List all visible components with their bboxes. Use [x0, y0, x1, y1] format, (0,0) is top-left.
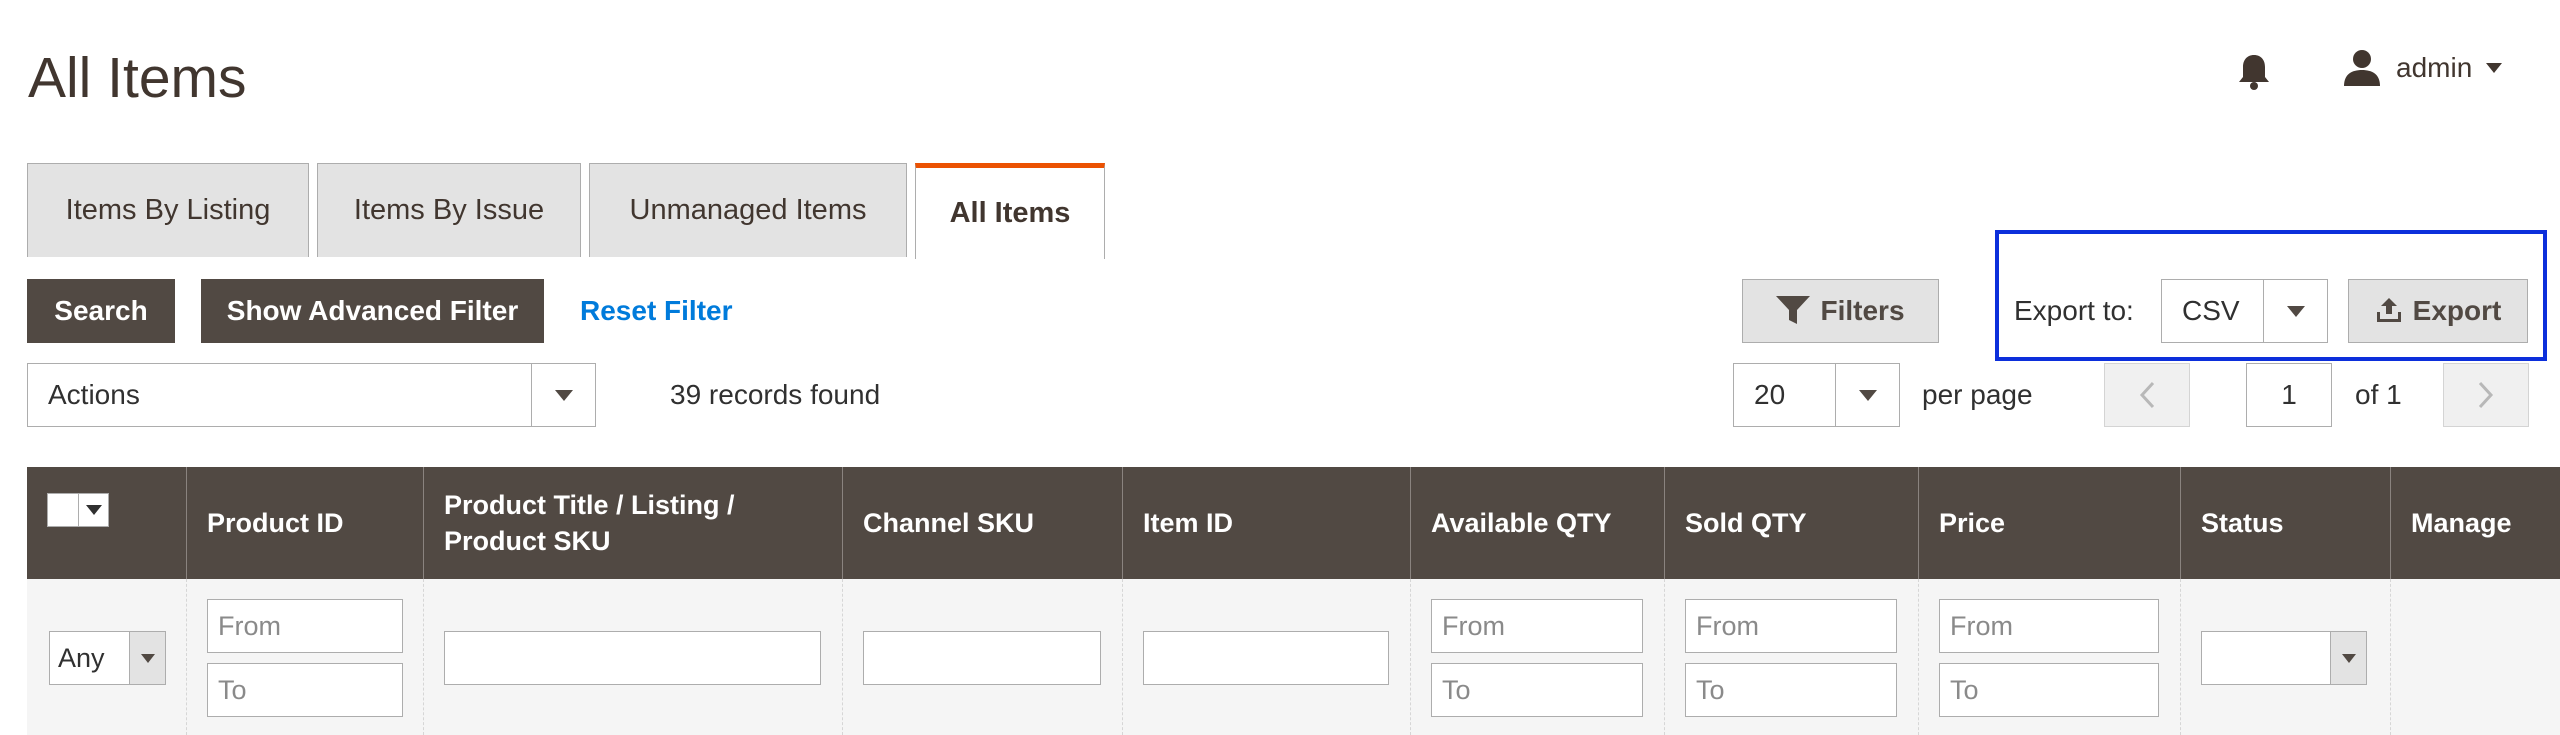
filters-label: Filters — [1820, 295, 1905, 326]
column-header-manage: Manage — [2390, 467, 2560, 579]
search-button[interactable]: Search — [27, 279, 175, 343]
user-icon — [2344, 50, 2380, 86]
show-advanced-filter-button[interactable]: Show Advanced Filter — [201, 279, 544, 343]
filter-cell-manage — [2390, 579, 2560, 735]
user-menu[interactable]: admin — [2342, 46, 2503, 90]
previous-page-button[interactable] — [2104, 363, 2190, 427]
funnel-icon — [1776, 296, 1811, 324]
column-header-item-id[interactable]: Item ID — [1122, 467, 1410, 579]
product-id-from-input[interactable]: From — [207, 599, 403, 653]
tab-all-items[interactable]: All Items — [915, 163, 1105, 259]
user-name: admin — [2396, 52, 2473, 83]
page-title: All Items — [28, 46, 247, 110]
select-all-box[interactable] — [48, 494, 79, 526]
column-header-product-title[interactable]: Product Title / Listing / Product SKU — [423, 467, 842, 579]
grid-header: Product ID Product Title / Listing / Pro… — [27, 467, 2560, 579]
export-label: Export — [2412, 295, 2502, 326]
status-filter-select[interactable] — [2201, 631, 2367, 685]
chevron-down-icon — [1835, 364, 1899, 426]
column-header-product-id[interactable]: Product ID — [186, 467, 423, 579]
chevron-down-icon — [2330, 632, 2366, 684]
mass-select-checkbox[interactable] — [47, 493, 109, 527]
item-id-input[interactable] — [1143, 631, 1389, 685]
price-to-input[interactable]: To — [1939, 663, 2159, 717]
selection-any-select[interactable]: Any — [49, 631, 166, 685]
filters-button[interactable]: Filters — [1742, 279, 1939, 343]
sold-qty-from-input[interactable]: From — [1685, 599, 1897, 653]
selection-any-value: Any — [58, 642, 105, 673]
tab-items-by-issue[interactable]: Items By Issue — [317, 163, 581, 257]
chevron-down-icon[interactable] — [79, 494, 108, 526]
records-found: 39 records found — [670, 379, 881, 410]
chevron-down-icon — [2263, 280, 2327, 342]
product-title-input[interactable] — [444, 631, 821, 685]
tab-items-by-listing[interactable]: Items By Listing — [27, 163, 309, 257]
tab-unmanaged-items[interactable]: Unmanaged Items — [589, 163, 907, 257]
per-page-value: 20 — [1754, 379, 1786, 410]
chevron-down-icon — [531, 364, 595, 426]
column-header-available-qty[interactable]: Available QTY — [1410, 467, 1664, 579]
sold-qty-to-input[interactable]: To — [1685, 663, 1897, 717]
chevron-down-icon — [129, 632, 165, 684]
available-qty-to-input[interactable]: To — [1431, 663, 1643, 717]
column-header-channel-sku[interactable]: Channel SKU — [842, 467, 1122, 579]
chevron-left-icon — [2139, 381, 2155, 409]
export-format-value: CSV — [2182, 295, 2240, 326]
per-page-label: per page — [1922, 379, 2033, 410]
chevron-down-icon — [2486, 63, 2503, 73]
export-format-select[interactable]: CSV — [2161, 279, 2328, 343]
product-id-to-input[interactable]: To — [207, 663, 403, 717]
upload-icon — [2376, 298, 2401, 322]
column-header-price[interactable]: Price — [1918, 467, 2180, 579]
per-page-select[interactable]: 20 — [1733, 363, 1900, 427]
export-button[interactable]: Export — [2348, 279, 2528, 343]
price-from-input[interactable]: From — [1939, 599, 2159, 653]
chevron-right-icon — [2478, 381, 2494, 409]
reset-filter-link[interactable]: Reset Filter — [580, 279, 733, 343]
page-number-input[interactable]: 1 — [2246, 363, 2332, 427]
actions-select[interactable]: Actions — [27, 363, 596, 427]
available-qty-from-input[interactable]: From — [1431, 599, 1643, 653]
column-header-sold-qty[interactable]: Sold QTY — [1664, 467, 1918, 579]
column-header-status[interactable]: Status — [2180, 467, 2390, 579]
notifications-bell-icon[interactable] — [2236, 52, 2272, 92]
actions-value: Actions — [48, 379, 140, 410]
page-count: of 1 — [2355, 379, 2402, 410]
next-page-button[interactable] — [2443, 363, 2529, 427]
export-to-label: Export to: — [2014, 295, 2134, 326]
channel-sku-input[interactable] — [863, 631, 1101, 685]
